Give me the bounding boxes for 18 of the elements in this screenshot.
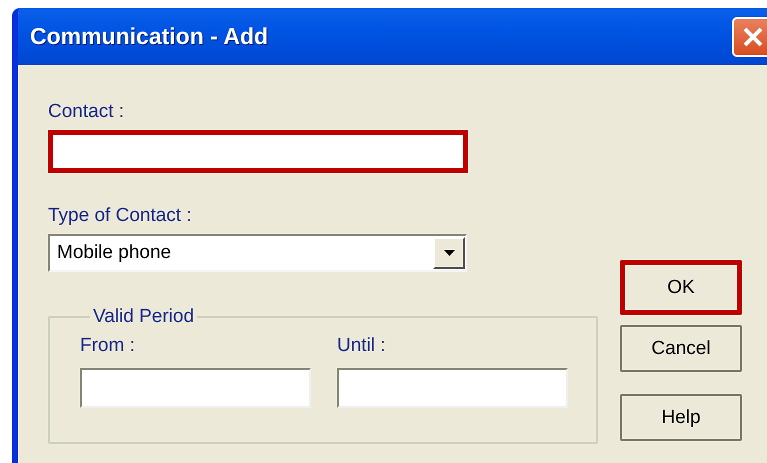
window-title: Communication - Add [30,23,268,50]
field-label: Until : [337,334,387,358]
field-label: Contact : [48,100,126,124]
field-label: Type of Contact : [48,204,193,228]
close-button[interactable] [732,16,767,56]
dialog-button[interactable]: Help [620,394,742,441]
close-icon [742,26,764,48]
dialog-button[interactable]: OK [620,260,742,315]
dropdown-button[interactable] [433,237,465,269]
input-field[interactable] [48,130,468,173]
caret-icon [444,250,454,256]
group-title: Valid Period [92,306,196,328]
input-field[interactable] [337,368,568,408]
dropdown-value: Mobile phone [57,242,172,264]
dialog-button[interactable]: Cancel [620,325,742,372]
dropdown-field[interactable]: Mobile phone [48,234,467,272]
field-label: From : [80,334,136,358]
input-field[interactable] [80,368,311,408]
